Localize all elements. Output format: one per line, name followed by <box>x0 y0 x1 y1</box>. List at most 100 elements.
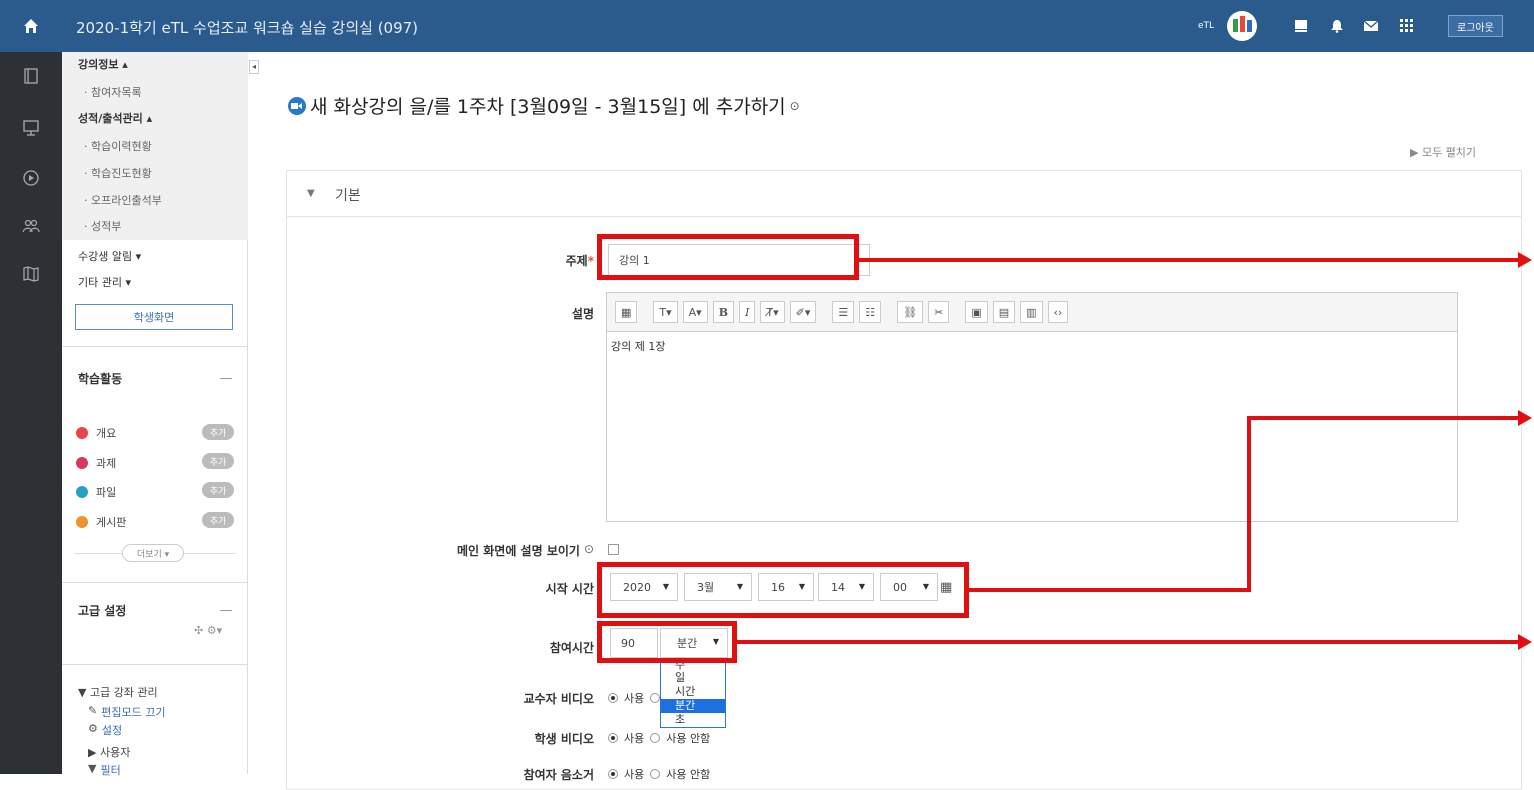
activity-icon <box>76 516 88 528</box>
layout-toggle-button[interactable] <box>1291 16 1311 36</box>
sidebar-collapse-tab[interactable]: ◂ <box>249 60 259 74</box>
monitor-icon <box>1295 20 1307 32</box>
activity-add-button[interactable]: 추가 <box>202 453 234 469</box>
page-title: 새 화상강의 을/를 1주차 [3월09일 - 3월15일] 에 추가하기 ⊙ <box>288 92 800 119</box>
rail-map-button[interactable] <box>19 262 43 286</box>
users-link[interactable]: ▶ 사용자 <box>88 744 130 760</box>
top-navbar: 2020-1학기 eTL 수업조교 워크숍 실습 강의실 (097) eTL 로… <box>0 0 1534 52</box>
media-icon[interactable]: ▤ <box>992 301 1016 323</box>
section-header[interactable]: ▼ 기본 <box>287 171 1521 217</box>
bold-button[interactable]: B <box>712 301 735 323</box>
dropdown-option-selected[interactable]: 분간 <box>661 699 725 713</box>
advanced-course-mgmt[interactable]: ▼ 고급 강좌 관리 <box>78 684 158 700</box>
dropdown-option[interactable]: 초 <box>661 713 725 727</box>
sidebar-learning-progress[interactable]: · 학습진도현황 <box>84 165 152 181</box>
messages-button[interactable] <box>1361 16 1381 36</box>
italic-button[interactable]: I <box>739 301 756 323</box>
radio-use-label: 사용 <box>624 692 645 705</box>
activity-add-button[interactable]: 추가 <box>202 424 234 440</box>
radio-not-use[interactable] <box>650 733 661 743</box>
rail-video-button[interactable] <box>19 166 43 190</box>
professor-video-radio-group: 사용 <box>608 690 661 706</box>
mail-icon <box>1364 20 1378 31</box>
edit-mode-off-label: 편집모드 끄기 <box>101 706 166 719</box>
image-icon[interactable]: ▣ <box>965 301 988 323</box>
show-description-checkbox[interactable] <box>608 544 619 555</box>
sidebar-grades-attendance[interactable]: 성적/출석관리 ▴ <box>78 110 152 126</box>
grid-icon <box>1400 19 1413 32</box>
font-size-button[interactable]: A▾ <box>682 301 708 323</box>
activities-collapse-icon[interactable] <box>220 378 232 379</box>
activity-item[interactable]: 게시판 <box>76 513 126 531</box>
course-sidebar: 강의정보 ▴ · 참여자목록 성적/출석관리 ▴ · 학습이력현황 · 학습진도… <box>62 52 248 777</box>
radio-use[interactable] <box>608 693 618 703</box>
activity-item[interactable]: 과제 <box>76 454 116 472</box>
toolbar-toggle-button[interactable]: ▦ <box>615 301 638 323</box>
divider <box>62 346 248 347</box>
activity-item[interactable]: 파일 <box>76 483 116 501</box>
filter-link[interactable]: ▼ 필터 <box>88 762 121 778</box>
more-button[interactable]: 더보기 ▾ <box>122 544 184 562</box>
filter-icon: ▼ <box>88 762 97 775</box>
unlink-icon[interactable]: ✂ <box>928 301 950 323</box>
sidebar-other-management[interactable]: 기타 관리 ▾ <box>78 274 131 290</box>
section-label: 기본 <box>335 188 361 204</box>
sidebar-learning-history[interactable]: · 학습이력현황 <box>84 138 152 154</box>
video-icon[interactable]: ▥ <box>1020 301 1043 323</box>
sidebar-gradebook[interactable]: · 성적부 <box>84 218 121 234</box>
sidebar-offline-attendance[interactable]: · 오프라인출석부 <box>84 192 162 208</box>
clear-format-button[interactable]: T̸▾ <box>760 301 785 323</box>
home-icon <box>24 19 38 33</box>
link-icon[interactable]: ⛓ <box>897 301 924 323</box>
activity-item[interactable]: 개요 <box>76 424 116 442</box>
activity-label: 게시판 <box>96 516 127 529</box>
advanced-collapse-icon[interactable] <box>220 610 232 611</box>
activity-add-button[interactable]: 추가 <box>202 482 234 498</box>
block-actions-icon[interactable]: ✣ ⚙▾ <box>194 624 222 637</box>
annotation-line <box>737 640 1519 644</box>
activity-icon <box>76 486 88 498</box>
student-view-button[interactable]: 학생화면 <box>75 304 233 330</box>
expand-all-link[interactable]: ▶ 모두 펼치기 <box>1410 144 1476 160</box>
activity-label: 과제 <box>96 457 117 470</box>
radio-not-use[interactable] <box>650 693 661 703</box>
participant-audio-label: 참여자 음소거 <box>523 768 594 782</box>
activity-add-button[interactable]: 추가 <box>202 512 234 528</box>
notifications-button[interactable] <box>1327 16 1347 36</box>
rail-board-button[interactable] <box>19 116 43 140</box>
dropdown-option[interactable]: 시간 <box>661 685 725 699</box>
apps-button[interactable] <box>1397 16 1417 36</box>
home-button[interactable] <box>0 0 62 52</box>
radio-use[interactable] <box>608 769 618 779</box>
show-description-label: 메인 화면에 설명 보이기 ⊙ <box>380 542 594 559</box>
radio-not-use[interactable] <box>650 769 661 779</box>
logout-button[interactable]: 로그아웃 <box>1448 15 1503 37</box>
help-icon[interactable]: ⊙ <box>790 99 800 113</box>
sidebar-participants[interactable]: · 참여자목록 <box>84 84 142 100</box>
description-editor[interactable]: 강의 제 1장 <box>606 332 1458 522</box>
settings-link[interactable]: ⚙ 설정 <box>88 722 122 738</box>
bullet-list-button[interactable]: ☰ <box>832 301 855 323</box>
numbered-list-button[interactable]: ☷ <box>859 301 882 323</box>
annotation-box-subject <box>597 234 859 280</box>
rail-course-button[interactable] <box>19 64 43 88</box>
dropdown-option[interactable]: 일 <box>661 671 725 685</box>
required-marker: * <box>587 254 594 268</box>
help-icon[interactable]: ⊙ <box>584 542 594 559</box>
radio-use-label: 사용 <box>624 768 645 781</box>
etl-logo[interactable] <box>1224 10 1260 42</box>
edit-mode-off-link[interactable]: ✎ 편집모드 끄기 <box>88 704 165 720</box>
rail-people-button[interactable] <box>19 214 43 238</box>
divider <box>62 582 248 583</box>
gear-icon: ⚙ <box>88 722 98 735</box>
divider <box>62 664 248 665</box>
radio-use[interactable] <box>608 733 618 743</box>
activity-label: 파일 <box>96 486 117 499</box>
html-source-icon[interactable]: ‹› <box>1047 301 1069 323</box>
sidebar-course-info[interactable]: 강의정보 ▴ <box>78 56 128 72</box>
annotation-arrow-icon <box>1518 252 1532 268</box>
map-icon <box>23 266 39 282</box>
sidebar-student-alerts[interactable]: 수강생 알림 ▾ <box>78 248 141 264</box>
paragraph-style-button[interactable]: T▾ <box>653 301 678 323</box>
highlight-button[interactable]: ✐▾ <box>789 301 817 323</box>
